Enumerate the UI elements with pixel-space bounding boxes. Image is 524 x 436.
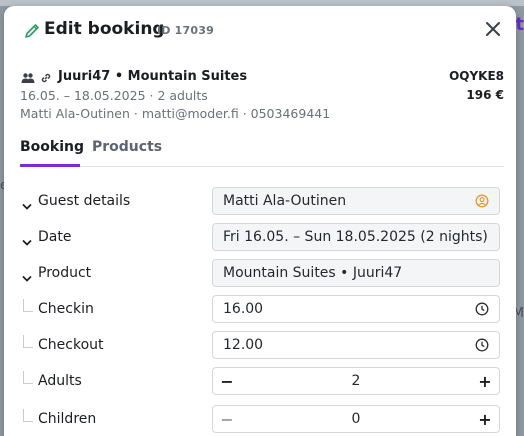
tree-connector (23, 299, 33, 312)
adults-stepper: − 2 + (212, 367, 500, 395)
summary-title: Juuri47 • Mountain Suites (58, 69, 248, 84)
modal-title: Edit booking (44, 19, 165, 39)
tree-connector (23, 409, 33, 422)
children-label: Children (38, 411, 97, 427)
summary-icons (20, 71, 53, 84)
booking-price: 196 € (466, 88, 504, 102)
checkin-label: Checkin (38, 301, 94, 317)
checkout-time-input[interactable]: 12.00 (212, 331, 500, 359)
guest-details-row: Guest details Matti Ala-Outinen (20, 187, 504, 215)
children-value[interactable]: 0 (213, 411, 499, 427)
checkin-time-input[interactable]: 16.00 (212, 295, 500, 323)
tree-connector (23, 335, 33, 348)
clock-icon[interactable] (475, 302, 489, 316)
people-icon (20, 71, 35, 84)
children-row: Children − 0 + (20, 405, 504, 433)
summary-contact: Matti Ala-Outinen · matti@moder.fi · 050… (20, 106, 331, 121)
chevron-down-icon[interactable] (22, 196, 32, 210)
booking-code: OQYKE8 (449, 69, 504, 83)
edit-booking-modal: Edit booking ID 17039 Juuri47 • Mountain… (4, 6, 516, 436)
checkout-row: Checkout 12.00 (20, 331, 504, 359)
product-row: Product Mountain Suites • Juuri47 (20, 259, 504, 287)
product-label: Product (38, 265, 92, 281)
adults-increment-button[interactable]: + (471, 368, 499, 394)
adults-row: Adults − 2 + (20, 367, 504, 395)
tab-products[interactable]: Products (92, 139, 162, 155)
close-icon[interactable] (484, 20, 502, 38)
chevron-down-icon[interactable] (22, 232, 32, 246)
clock-icon[interactable] (475, 338, 489, 352)
date-label: Date (38, 229, 72, 245)
product-field[interactable]: Mountain Suites • Juuri47 (212, 259, 500, 287)
tab-booking[interactable]: Booking (20, 139, 84, 155)
product-value: Mountain Suites • Juuri47 (223, 265, 403, 281)
date-row: Date Fri 16.05. – Sun 18.05.2025 (2 nigh… (20, 223, 504, 251)
checkout-label: Checkout (38, 337, 104, 353)
chevron-down-icon[interactable] (22, 268, 32, 282)
children-stepper: − 0 + (212, 405, 500, 433)
user-circle-icon (475, 194, 489, 208)
date-field[interactable]: Fri 16.05. – Sun 18.05.2025 (2 nights) (212, 223, 500, 251)
tab-bar: Booking Products (20, 136, 504, 167)
children-increment-button[interactable]: + (471, 406, 499, 432)
pencil-icon (24, 23, 40, 39)
adults-label: Adults (38, 373, 82, 389)
checkin-row: Checkin 16.00 (20, 295, 504, 323)
active-tab-indicator (20, 164, 80, 167)
tree-connector (23, 371, 33, 384)
modal-header: Edit booking ID 17039 (4, 6, 516, 55)
guest-name: Matti Ala-Outinen (223, 193, 347, 209)
checkout-value: 12.00 (223, 337, 264, 353)
date-value: Fri 16.05. – Sun 18.05.2025 (2 nights) (223, 229, 488, 245)
checkin-value: 16.00 (223, 301, 264, 317)
booking-id: ID 17039 (157, 24, 214, 37)
guest-details-label: Guest details (38, 193, 131, 209)
link-icon (38, 71, 53, 84)
summary-dates: 16.05. – 18.05.2025 · 2 adults (20, 88, 208, 103)
guest-field[interactable]: Matti Ala-Outinen (212, 187, 500, 215)
adults-value[interactable]: 2 (213, 373, 499, 389)
